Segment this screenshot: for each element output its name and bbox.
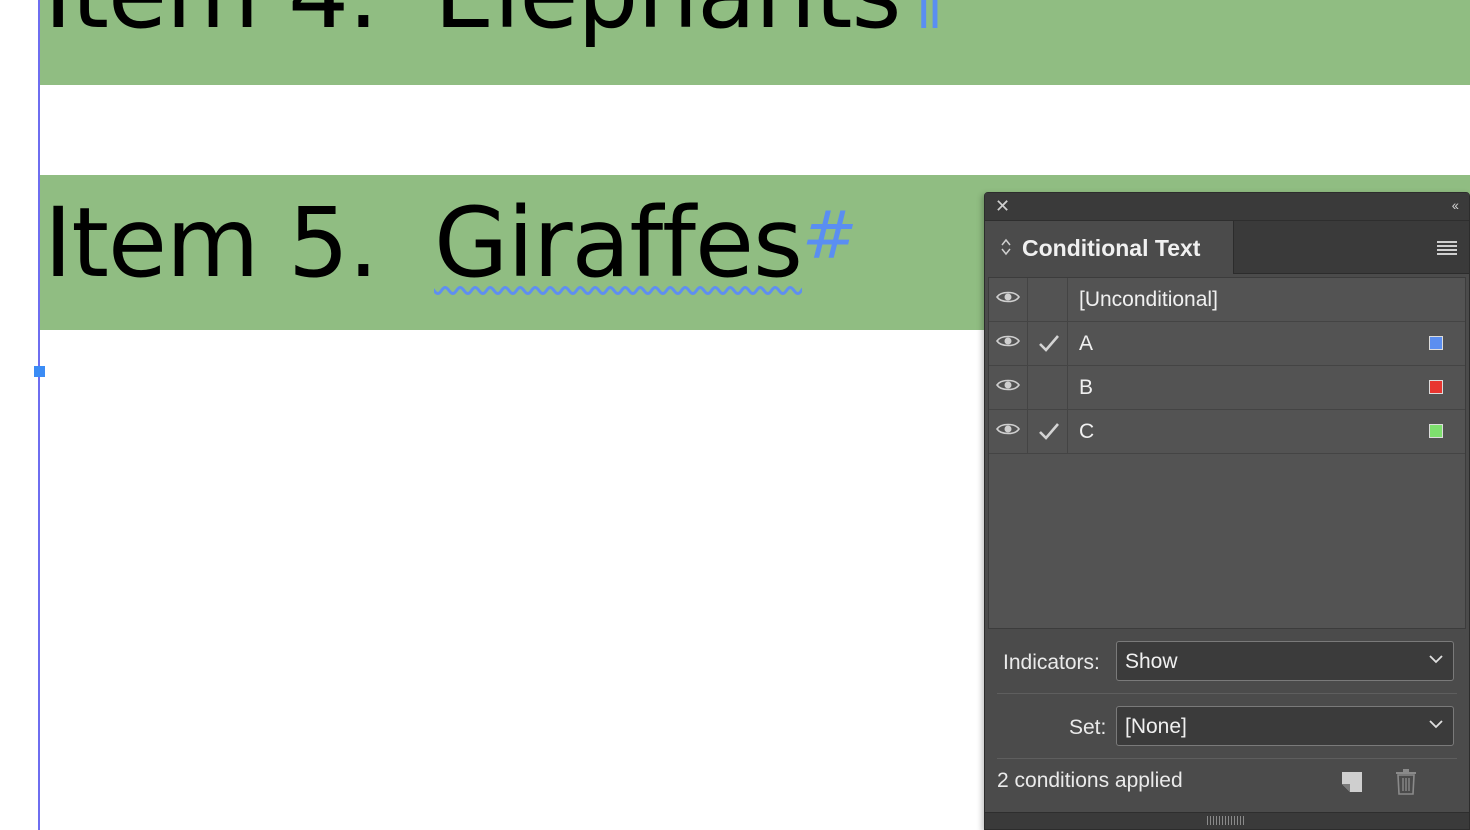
margin-guide [38,0,40,830]
grip-lines [1207,816,1245,825]
eye-icon [996,379,1020,391]
item-4-number: Item 4. [44,0,434,50]
new-condition-icon[interactable] [1341,771,1363,793]
condition-row-unconditional[interactable]: [Unconditional] [989,278,1465,322]
condition-name: A [1079,332,1094,355]
condition-row-a[interactable]: A [989,322,1465,366]
eye-icon [996,335,1020,347]
indicators-row: Indicators: Show [997,633,1457,694]
item-5-text: Giraffes [434,187,803,299]
updown-arrows-icon [1001,238,1011,256]
eye-icon [996,291,1020,303]
condition-row-b[interactable]: B [989,366,1465,410]
indicators-value: Show [1125,650,1178,673]
apply-toggle[interactable] [1028,366,1068,409]
checkmark-icon [1039,335,1059,352]
tab-conditional-text[interactable]: Conditional Text [985,221,1234,274]
hamburger-menu-icon[interactable] [1437,241,1457,255]
conditions-list: [Unconditional] A B C [988,277,1466,629]
visibility-toggle[interactable] [989,410,1028,453]
set-label: Set: [1069,716,1107,739]
panel-tab-row: Conditional Text [985,221,1469,274]
indicators-label: Indicators: [1003,651,1100,674]
paragraph-item-4[interactable]: Item 4.Elephants¶ [40,0,1470,85]
text-frame-handle[interactable] [34,366,45,377]
condition-color-swatch [1429,336,1443,350]
close-icon[interactable]: ✕ [995,197,1010,215]
visibility-toggle[interactable] [989,278,1028,321]
conditional-text-panel: ✕ ‹‹ Conditional Text [Unconditional] A … [984,192,1470,830]
panel-titlebar[interactable]: ✕ ‹‹ [985,193,1469,221]
set-value: [None] [1125,715,1187,738]
apply-toggle[interactable] [1028,322,1068,365]
condition-name: B [1079,376,1094,399]
chevron-down-icon [1429,720,1443,729]
end-of-story-marker: # [802,197,857,274]
condition-color-swatch [1429,424,1443,438]
trash-icon[interactable] [1395,769,1417,795]
checkmark-icon [1039,423,1059,440]
indicators-dropdown[interactable]: Show [1116,641,1454,681]
conditions-status: 2 conditions applied [997,769,1183,792]
condition-row-c[interactable]: C [989,410,1465,454]
pilcrow-marker: ¶ [901,0,946,38]
chevron-down-icon [1429,655,1443,664]
condition-name: [Unconditional] [1079,288,1218,311]
item-5-number: Item 5. [44,187,379,299]
item-4-text: Elephants [434,0,901,50]
collapse-icon[interactable]: ‹‹ [1452,197,1459,213]
visibility-toggle[interactable] [989,366,1028,409]
visibility-toggle[interactable] [989,322,1028,365]
set-dropdown[interactable]: [None] [1116,706,1454,746]
condition-name: C [1079,420,1095,443]
indesign-document-view: Item 4.Elephants¶ Item 5. Giraffes# ✕ ‹‹ … [0,0,1470,830]
panel-resize-grip[interactable] [985,812,1469,829]
apply-toggle[interactable] [1028,410,1068,453]
set-row: Set: [None] [997,698,1457,759]
apply-toggle[interactable] [1028,278,1068,321]
panel-title: Conditional Text [1022,235,1201,261]
condition-color-swatch [1429,380,1443,394]
eye-icon [996,423,1020,435]
